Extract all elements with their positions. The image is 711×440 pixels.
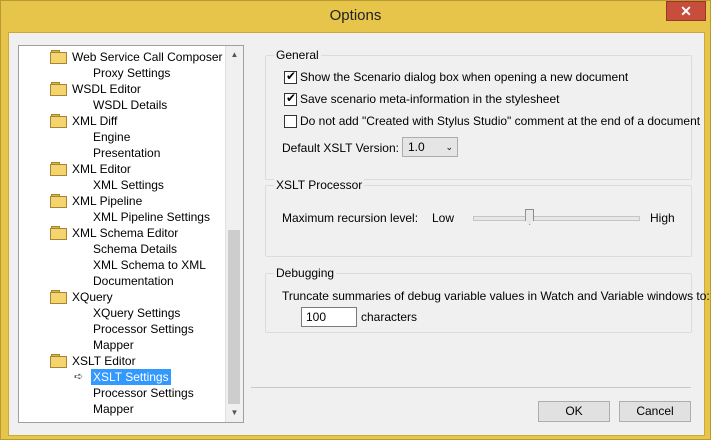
- cancel-button[interactable]: Cancel: [619, 401, 691, 422]
- tree-node-label: Processor Settings: [93, 386, 194, 400]
- tree-node-label: Schema Details: [93, 242, 178, 256]
- close-icon[interactable]: ✕: [666, 1, 706, 21]
- tree-node-label: Proxy Settings: [93, 66, 171, 80]
- folder-icon: [50, 114, 67, 128]
- ok-button[interactable]: OK: [538, 401, 610, 422]
- tree-node-label: Mapper: [93, 402, 134, 416]
- tree-node-label: XQuery: [72, 290, 113, 304]
- recursion-slider-track[interactable]: [473, 216, 640, 221]
- show-scenario-label: Show the Scenario dialog box when openin…: [300, 70, 629, 84]
- window-title: Options: [329, 7, 382, 24]
- tree-node-label: WSDL Editor: [72, 82, 141, 96]
- debugging-group-title: Debugging: [274, 266, 337, 280]
- options-tree[interactable]: Web Service Call Composer Proxy Settings W…: [18, 45, 244, 423]
- folder-icon: [50, 354, 67, 368]
- xslt-version-label: Default XSLT Version:: [282, 141, 399, 155]
- general-group: General ✔ Show the Scenario dialog box w…: [265, 48, 700, 180]
- tree-node-label: XML Pipeline: [72, 194, 143, 208]
- xslt-processor-group: XSLT Processor Maximum recursion level: …: [265, 178, 692, 257]
- no-comment-label: Do not add "Created with Stylus Studio" …: [300, 114, 701, 128]
- save-meta-checkbox[interactable]: ✔: [284, 91, 297, 106]
- characters-unit-label: characters: [361, 310, 418, 324]
- title-bar[interactable]: Options ✕: [1, 1, 710, 32]
- tree-node-label: XML Settings: [93, 178, 164, 192]
- tree-node-label: Presentation: [93, 146, 161, 160]
- button-divider: [251, 387, 691, 388]
- scroll-up-icon[interactable]: ▲: [226, 46, 243, 63]
- checkmark-icon: ✔: [286, 69, 297, 83]
- tree-node-label: XSLT Editor: [72, 354, 136, 368]
- tree-node-label: XML Editor: [72, 162, 131, 176]
- folder-icon: [50, 290, 67, 304]
- chevron-down-icon: ⌄: [445, 142, 453, 152]
- tree-node-label: Documentation: [93, 274, 174, 288]
- xslt-version-select[interactable]: 1.0 ⌄: [402, 137, 458, 157]
- show-scenario-checkbox[interactable]: ✔: [284, 69, 297, 84]
- tree-node-label: XML Schema Editor: [72, 226, 179, 240]
- checkmark-icon: ✔: [286, 91, 297, 105]
- general-group-title: General: [274, 48, 321, 62]
- tree-node-label: Web Service Call Composer: [72, 50, 223, 64]
- tree-node-label: WSDL Details: [93, 98, 168, 112]
- folder-icon: [50, 194, 67, 208]
- recursion-slider-thumb[interactable]: [525, 209, 535, 225]
- debugging-group: Debugging Truncate summaries of debug va…: [265, 266, 710, 333]
- recursion-low-label: Low: [432, 211, 455, 225]
- tree-node-label: XSLT Settings: [91, 369, 171, 385]
- tree-node-label: Engine: [93, 130, 131, 144]
- options-window: Options ✕ Web Service Call Composer Proxy…: [0, 0, 711, 440]
- folder-icon: [50, 162, 67, 176]
- folder-icon: [50, 82, 67, 96]
- recursion-high-label: High: [650, 211, 675, 225]
- dialog-client-area: Web Service Call Composer Proxy Settings W…: [8, 32, 710, 436]
- selected-arrow-icon: ➪: [74, 371, 84, 383]
- xslt-processor-group-title: XSLT Processor: [274, 178, 365, 192]
- scroll-down-icon[interactable]: ▼: [226, 404, 243, 421]
- recursion-label: Maximum recursion level:: [282, 211, 419, 225]
- truncate-label: Truncate summaries of debug variable val…: [282, 289, 710, 303]
- characters-input[interactable]: 100: [301, 307, 357, 327]
- xslt-version-value: 1.0: [408, 140, 425, 154]
- tree-node-label: Mapper: [93, 338, 134, 352]
- tree-scrollbar[interactable]: ▲ ▼: [225, 46, 243, 422]
- folder-icon: [50, 226, 67, 240]
- tree-node-label: XML Diff: [72, 114, 118, 128]
- tree-node-label: Processor Settings: [93, 322, 194, 336]
- save-meta-label: Save scenario meta-information in the st…: [300, 92, 560, 106]
- folder-icon: [50, 50, 67, 64]
- tree-node-label: XQuery Settings: [93, 306, 181, 320]
- no-comment-checkbox[interactable]: [284, 115, 297, 128]
- tree-node-label: XML Schema to XML: [93, 258, 206, 272]
- tree-node-label: XML Pipeline Settings: [93, 210, 210, 224]
- scroll-thumb[interactable]: [228, 230, 240, 404]
